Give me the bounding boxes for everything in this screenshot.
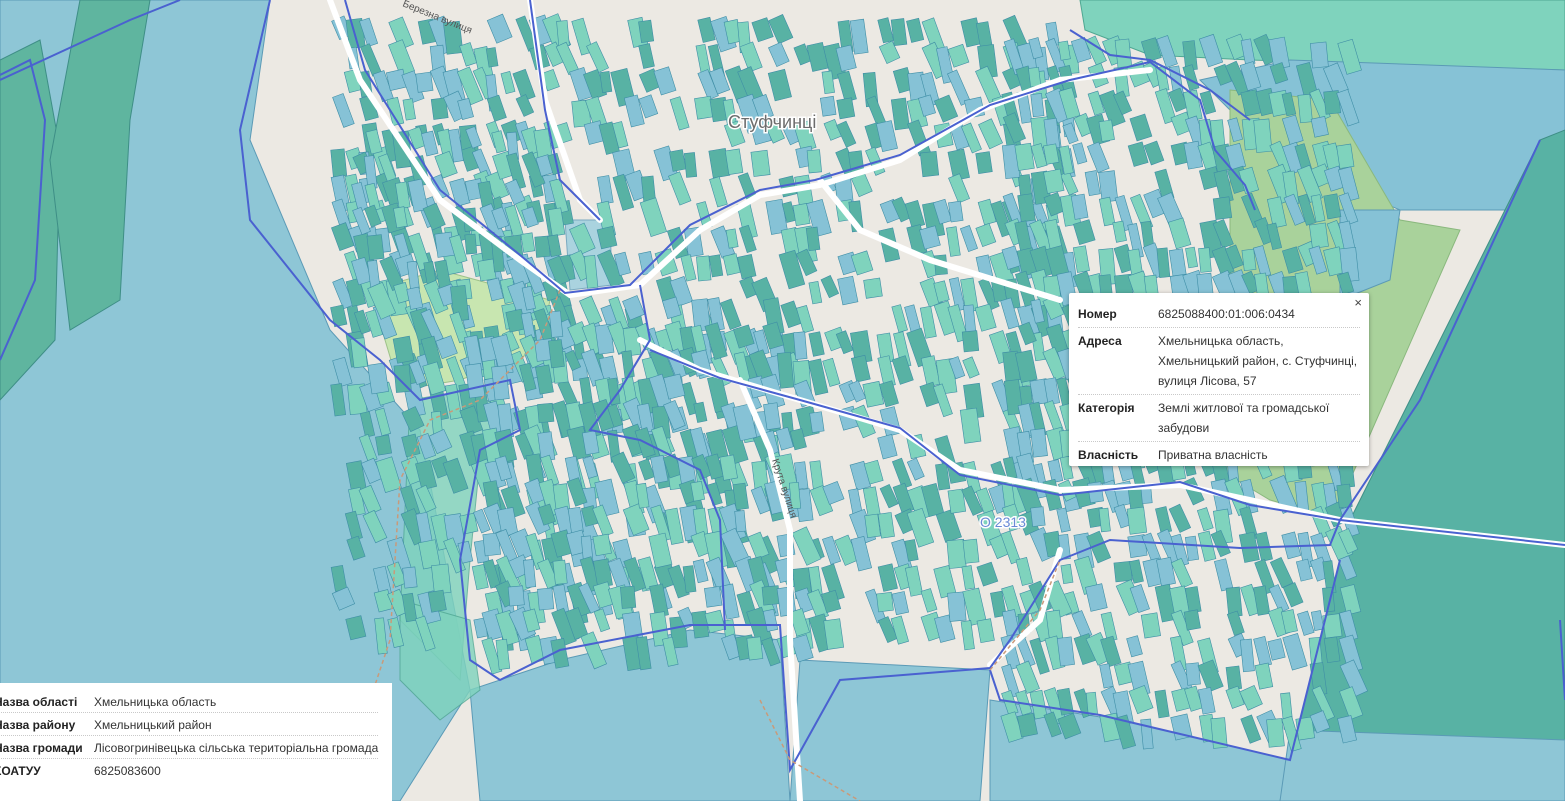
info-key: Назва громади <box>0 741 83 755</box>
parcel[interactable] <box>948 200 964 223</box>
parcel[interactable] <box>696 255 712 282</box>
parcel[interactable] <box>864 513 881 539</box>
region-info-panel: Назва області Хмельницька область Назва … <box>0 683 392 801</box>
parcel[interactable] <box>431 563 452 595</box>
parcel[interactable] <box>375 434 393 456</box>
parcel[interactable] <box>537 587 555 611</box>
parcel[interactable] <box>366 234 385 261</box>
popup-row-address: Адреса Хмельницька область, Хмельницький… <box>1078 328 1360 395</box>
popup-value: Землі житлової та громадської забудови <box>1158 401 1330 435</box>
parcel[interactable] <box>746 636 764 661</box>
parcel[interactable] <box>1336 143 1355 169</box>
parcel[interactable] <box>548 339 565 369</box>
parcel-popup: × Номер 6825088400:01:006:0434 Адреса Хм… <box>1069 293 1369 466</box>
popup-key: Категорія <box>1078 401 1135 415</box>
parcel[interactable] <box>819 95 837 117</box>
parcel[interactable] <box>638 19 655 43</box>
parcel[interactable] <box>520 232 536 253</box>
road-code-label: О 2313 <box>980 514 1026 530</box>
info-key: Назва району <box>0 718 76 732</box>
parcel[interactable] <box>806 149 822 174</box>
parcel[interactable] <box>683 152 698 178</box>
parcel[interactable] <box>1140 612 1161 639</box>
parcel[interactable] <box>1043 168 1065 194</box>
parcel[interactable] <box>793 331 808 360</box>
parcel[interactable] <box>464 233 478 255</box>
parcel[interactable] <box>704 586 723 608</box>
close-icon[interactable]: × <box>1354 296 1362 310</box>
parcel[interactable] <box>402 566 418 589</box>
parcel[interactable] <box>620 585 637 609</box>
popup-value: Приватна власність <box>1158 448 1268 462</box>
parcel[interactable] <box>809 411 825 433</box>
parcel[interactable] <box>1056 636 1075 667</box>
parcel[interactable] <box>1113 560 1133 583</box>
parcel[interactable] <box>836 97 856 120</box>
parcel[interactable] <box>556 20 570 47</box>
parcel[interactable] <box>592 533 612 557</box>
popup-row-ownership: Власність Приватна власність <box>1078 442 1360 468</box>
popup-key: Номер <box>1078 307 1117 321</box>
parcel[interactable] <box>330 148 348 178</box>
parcel[interactable] <box>427 589 447 613</box>
parcel[interactable] <box>947 591 967 622</box>
info-key: КОАТУУ <box>0 764 41 778</box>
parcel[interactable] <box>919 150 940 178</box>
popup-key: Адреса <box>1078 334 1122 348</box>
parcel[interactable] <box>537 402 555 424</box>
parcel[interactable] <box>1241 248 1257 272</box>
parcel[interactable] <box>1198 247 1212 273</box>
parcel[interactable] <box>863 277 883 299</box>
info-row-raion: Назва району Хмельницький район <box>0 713 378 736</box>
parcel[interactable] <box>548 310 564 338</box>
parcel[interactable] <box>1126 506 1148 535</box>
parcel[interactable] <box>1030 506 1046 527</box>
popup-value: Хмельницька область, Хмельницький район,… <box>1158 334 1358 388</box>
popup-key: Власність <box>1078 448 1139 462</box>
parcel[interactable] <box>750 149 771 177</box>
parcel[interactable] <box>1266 718 1285 748</box>
parcel[interactable] <box>962 538 980 564</box>
parcel[interactable] <box>961 330 980 353</box>
parcel[interactable] <box>975 151 993 174</box>
popup-row-number: Номер 6825088400:01:006:0434 <box>1078 301 1360 328</box>
info-value: Хмельницький район <box>94 718 212 732</box>
parcel[interactable] <box>1196 272 1214 296</box>
parcel[interactable] <box>1183 609 1201 631</box>
parcel[interactable] <box>1309 41 1329 69</box>
parcel[interactable] <box>1085 691 1098 716</box>
parcel[interactable] <box>415 71 434 93</box>
info-key: Назва області <box>0 695 78 709</box>
info-value: 6825083600 <box>94 764 161 778</box>
info-value: Хмельницька область <box>94 695 217 709</box>
info-row-hromada: Назва громади Лісовогринівецька сільська… <box>0 736 378 759</box>
parcel[interactable] <box>1098 119 1115 142</box>
parcel[interactable] <box>1030 93 1045 118</box>
info-value: Лісовогринівецька сільська територіальна… <box>94 741 379 755</box>
parcel[interactable] <box>1297 93 1313 124</box>
info-row-oblast: Назва області Хмельницька область <box>0 690 378 713</box>
popup-value: 6825088400:01:006:0434 <box>1158 307 1295 321</box>
parcel[interactable] <box>876 591 894 613</box>
parcel[interactable] <box>1212 196 1233 220</box>
village-label: Стуфчинці <box>728 112 816 132</box>
parcel[interactable] <box>1030 428 1048 458</box>
parcel[interactable] <box>1225 665 1243 691</box>
parcel[interactable] <box>890 18 908 47</box>
parcel[interactable] <box>734 510 747 533</box>
parcel[interactable] <box>1309 222 1329 249</box>
parcel[interactable] <box>1253 118 1273 153</box>
popup-row-category: Категорія Землі житлової та громадської … <box>1078 395 1360 442</box>
parcel[interactable] <box>507 585 525 607</box>
parcel[interactable] <box>1028 66 1042 88</box>
info-row-koatuu: КОАТУУ 6825083600 <box>0 759 378 781</box>
parcel[interactable] <box>552 559 568 585</box>
